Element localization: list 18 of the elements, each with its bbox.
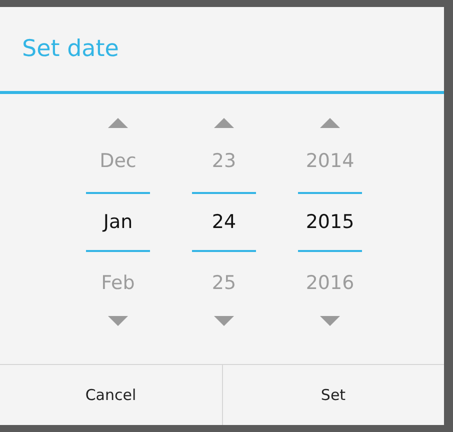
increment-arrow-icon[interactable] xyxy=(320,116,340,126)
selected-value[interactable]: 2015 xyxy=(306,211,354,233)
dialog-title: Set date xyxy=(22,36,119,62)
selected-value[interactable]: Jan xyxy=(103,211,133,233)
dialog-button[interactable]: Set xyxy=(222,365,444,425)
next-value: 2016 xyxy=(306,271,354,296)
increment-arrow-icon[interactable] xyxy=(108,116,128,126)
increment-arrow-icon[interactable] xyxy=(214,116,234,126)
decrement-arrow-icon[interactable] xyxy=(108,314,128,324)
next-value: Feb xyxy=(101,271,135,296)
dialog-button[interactable]: Cancel xyxy=(0,365,222,425)
previous-value: 2014 xyxy=(306,149,354,174)
decrement-arrow-icon[interactable] xyxy=(320,314,340,324)
next-value: 25 xyxy=(212,271,236,296)
previous-value: Dec xyxy=(100,149,136,174)
decrement-arrow-icon[interactable] xyxy=(214,314,234,324)
selected-value[interactable]: 24 xyxy=(212,211,236,233)
previous-value: 23 xyxy=(212,149,236,174)
